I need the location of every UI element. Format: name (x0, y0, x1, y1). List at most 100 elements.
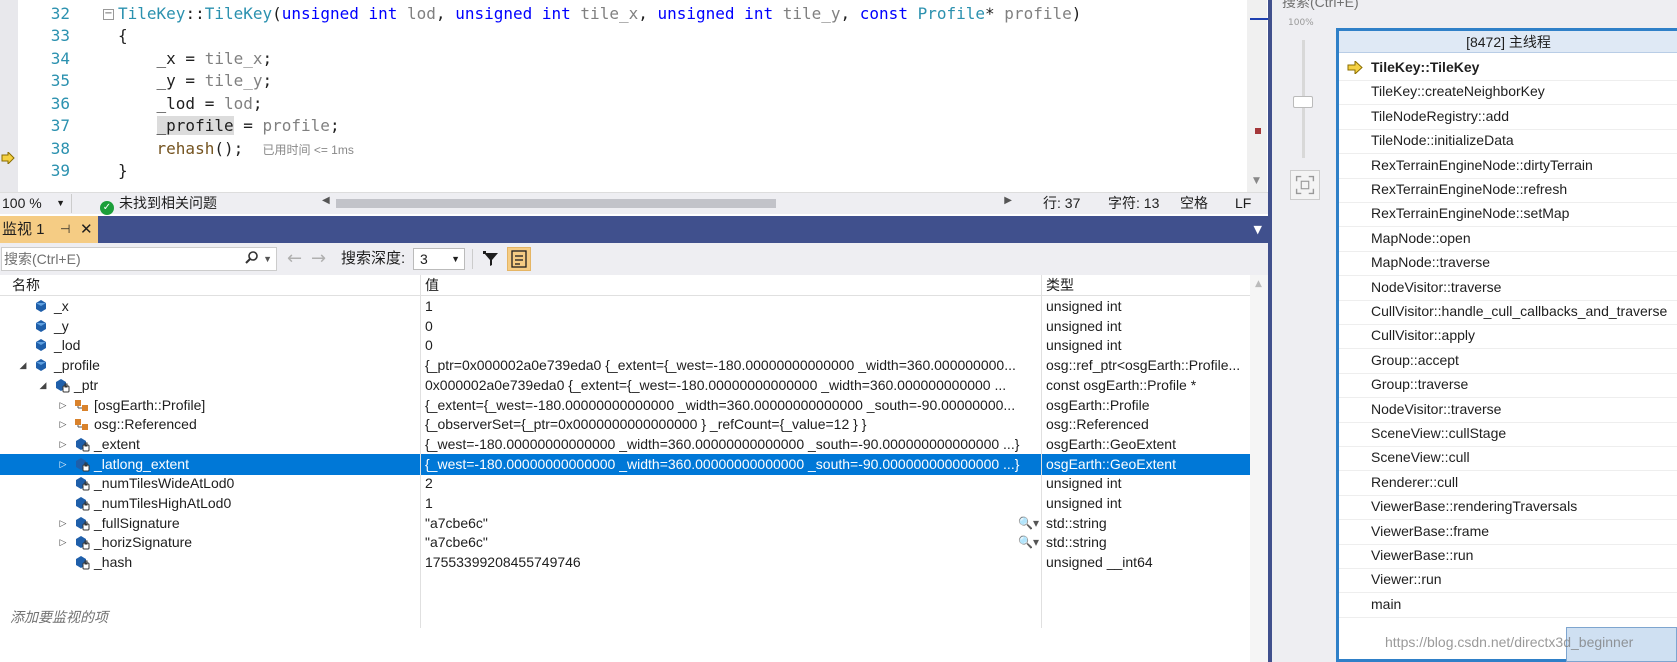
stack-frame[interactable]: Viewer::run (1339, 567, 1677, 593)
watch-vertical-scrollbar[interactable]: ▲ (1250, 275, 1268, 662)
window-menu-icon[interactable]: ▼ (1254, 223, 1262, 236)
watch-name-cell[interactable]: ◢ _ptr (0, 375, 420, 396)
collapse-arrow-icon[interactable]: ◢ (18, 355, 28, 376)
editor-vertical-scrollbar[interactable]: ▼ (1247, 0, 1268, 192)
watch-row[interactable]: _hash 17553399208455749746 unsigned __int6… (0, 552, 1250, 573)
watch-name-cell[interactable]: ▷ _extent (0, 434, 420, 455)
watch-row[interactable]: _lod 0 unsigned int (0, 335, 1250, 356)
watch-name-cell[interactable]: ▷ _fullSignature (0, 513, 420, 534)
watch-value-cell[interactable]: 0x000002a0e739eda0 {_extent={_west=-180.… (425, 375, 1041, 396)
column-divider[interactable] (1041, 275, 1042, 628)
scroll-right-icon[interactable]: ▶ (1004, 195, 1012, 206)
search-input[interactable]: 搜索(Ctrl+E) ▼ (1, 247, 277, 271)
stacks-search-hint[interactable]: 搜索(Ctrl+E) (1282, 0, 1359, 12)
thread-header[interactable]: [8472] 主线程 (1339, 31, 1677, 53)
stack-frame[interactable]: main (1339, 592, 1677, 618)
expand-arrow-icon[interactable]: ▷ (58, 532, 68, 553)
watch-name-cell[interactable]: _hash (0, 552, 420, 573)
watch-row[interactable]: _x 1 unsigned int (0, 296, 1250, 317)
watch-name-cell[interactable]: ▷ _latlong_extent (0, 454, 420, 475)
whitespace-mode[interactable]: 空格 (1180, 193, 1208, 214)
stack-frame[interactable]: MapNode::open (1339, 226, 1677, 252)
stack-frame[interactable]: TileNodeRegistry::add (1339, 104, 1677, 130)
zoom-dropdown[interactable]: 100 % ▼ (0, 194, 72, 213)
code-line-37[interactable]: _profile = profile; (118, 116, 340, 135)
column-header-name[interactable]: 名称 (8, 275, 40, 296)
code-line-35[interactable]: _y = tile_y; (118, 71, 273, 90)
watch-row[interactable]: ▷ _fullSignature "a7cbe6c" 🔍▾ std::string (0, 513, 1250, 534)
column-header-type[interactable]: 类型 (1042, 275, 1074, 296)
hex-display-toggle-icon[interactable] (507, 247, 531, 271)
tab-watch-1[interactable]: 监视 1 ⊣ ✕ (0, 216, 98, 243)
code-line-39[interactable]: } (118, 161, 128, 180)
chevron-down-icon[interactable]: ▼ (263, 248, 272, 270)
code-line-36[interactable]: _lod = lod; (118, 94, 263, 113)
watch-row[interactable]: ▷ _extent {_west=-180.00000000000000 _widt… (0, 434, 1250, 455)
search-back-icon[interactable]: ← (287, 248, 302, 269)
watch-row[interactable]: ▷ [osgEarth::Profile] {_extent={_west=-180… (0, 395, 1250, 416)
watch-name-cell[interactable]: _y (0, 316, 420, 337)
watch-row[interactable]: ◢ _ptr 0x000002a0e739eda0 {_extent={_west=… (0, 375, 1250, 396)
expand-arrow-icon[interactable]: ▷ (58, 513, 68, 534)
stack-frame[interactable]: NodeVisitor::traverse (1339, 397, 1677, 423)
issues-indicator[interactable]: ✓ 未找到相关问题 (100, 193, 217, 215)
stack-frame[interactable]: Renderer::cull (1339, 470, 1677, 496)
stack-frame[interactable]: ViewerBase::run (1339, 543, 1677, 569)
stack-frame[interactable]: CullVisitor::apply (1339, 323, 1677, 349)
watch-name-cell[interactable]: ▷ osg::Referenced (0, 414, 420, 435)
watch-value-cell[interactable]: 0 (425, 316, 1041, 337)
watch-value-cell[interactable]: {_ptr=0x000002a0e739eda0 {_extent={_west… (425, 355, 1041, 376)
close-icon[interactable]: ✕ (80, 216, 93, 243)
editor-horizontal-scrollbar[interactable]: ◀ ▶ (322, 195, 1012, 209)
watch-value-cell[interactable]: {_extent={_west=-180.00000000000000 _wid… (425, 395, 1041, 416)
thread-stack-node[interactable]: [8472] 主线程 TileKey::TileKey TileKey::crea… (1336, 28, 1677, 662)
code-editor[interactable]: 32 33 34 35 36 37 38 39 − TileKey::TileK… (0, 0, 1268, 192)
watch-row[interactable]: _numTilesHighAtLod0 1 unsigned int (0, 493, 1250, 514)
stack-frame[interactable]: CullVisitor::handle_cull_callbacks_and_t… (1339, 299, 1677, 325)
pin-icon[interactable]: ⊣ (60, 216, 70, 243)
watch-value-cell[interactable]: 1 (425, 296, 1041, 317)
watch-row[interactable]: ▷ _horizSignature "a7cbe6c" 🔍▾ std::string (0, 532, 1250, 553)
watch-row[interactable]: _numTilesWideAtLod0 2 unsigned int (0, 473, 1250, 494)
stack-frame[interactable]: MapNode::traverse (1339, 250, 1677, 276)
search-depth-select[interactable]: 3 ▼ (413, 248, 465, 270)
text-visualizer-icon[interactable]: 🔍▾ (1018, 532, 1039, 553)
watch-value-cell[interactable]: "a7cbe6c" 🔍▾ (425, 513, 1041, 534)
stack-frame[interactable]: RexTerrainEngineNode::setMap (1339, 201, 1677, 227)
watch-value-cell[interactable]: {_observerSet={_ptr=0x0000000000000000 }… (425, 414, 1041, 435)
stack-frame[interactable]: RexTerrainEngineNode::dirtyTerrain (1339, 153, 1677, 179)
watch-row[interactable]: _y 0 unsigned int (0, 316, 1250, 337)
watch-name-cell[interactable]: _numTilesWideAtLod0 (0, 473, 420, 494)
scroll-left-icon[interactable]: ◀ (322, 195, 330, 206)
watch-name-cell[interactable]: _numTilesHighAtLod0 (0, 493, 420, 514)
watch-value-cell[interactable]: 0 (425, 335, 1041, 356)
stack-frame[interactable]: ViewerBase::renderingTraversals (1339, 494, 1677, 520)
watch-name-cell[interactable]: _x (0, 296, 420, 317)
pin-filter-icon[interactable] (481, 249, 501, 269)
search-forward-icon[interactable]: → (311, 248, 326, 269)
code-line-34[interactable]: _x = tile_x; (118, 49, 273, 68)
stack-frame[interactable]: TileKey::TileKey (1339, 55, 1677, 81)
expand-arrow-icon[interactable]: ▷ (58, 434, 68, 455)
watch-name-cell[interactable]: ▷ [osgEarth::Profile] (0, 395, 420, 416)
watch-value-cell[interactable]: "a7cbe6c" 🔍▾ (425, 532, 1041, 553)
watch-name-cell[interactable]: ◢ _profile (0, 355, 420, 376)
zoom-to-fit-icon[interactable] (1290, 170, 1320, 200)
watch-name-cell[interactable]: ▷ _horizSignature (0, 532, 420, 553)
code-line-33[interactable]: { (118, 26, 128, 45)
slider-thumb[interactable] (1293, 96, 1313, 108)
expand-arrow-icon[interactable]: ▷ (58, 414, 68, 435)
add-watch-item[interactable]: 添加要监视的项 (0, 607, 1250, 628)
collapse-arrow-icon[interactable]: ◢ (38, 375, 48, 396)
stack-frame[interactable]: SceneView::cullStage (1339, 421, 1677, 447)
code-line-32[interactable]: TileKey::TileKey(unsigned int lod, unsig… (118, 4, 1081, 23)
watch-value-cell[interactable]: 1 (425, 493, 1041, 514)
watch-row[interactable]: ▷ _latlong_extent {_west=-180.000000000000… (0, 454, 1250, 475)
watch-row[interactable]: ◢ _profile {_ptr=0x000002a0e739eda0 {_exte… (0, 355, 1250, 376)
column-divider[interactable] (420, 275, 421, 628)
collapse-toggle-icon[interactable]: − (103, 9, 114, 20)
search-icon[interactable] (245, 251, 258, 264)
watch-value-cell[interactable]: {_west=-180.00000000000000 _width=360.00… (425, 454, 1041, 475)
stack-frame[interactable]: TileNode::initializeData (1339, 128, 1677, 154)
zoom-slider[interactable]: 100% (1288, 18, 1322, 158)
